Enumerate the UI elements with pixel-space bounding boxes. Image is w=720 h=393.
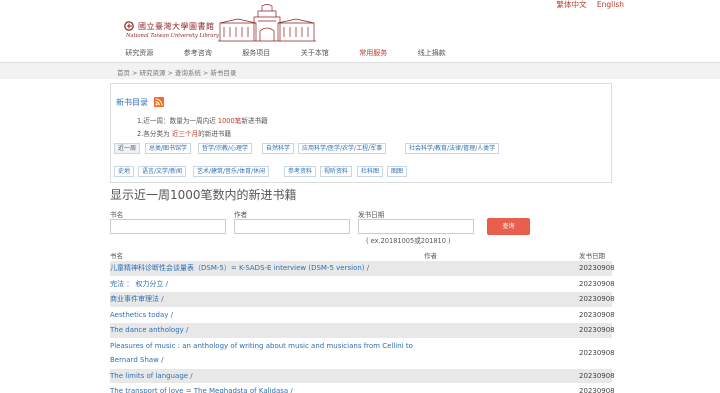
breadcrumb-research[interactable]: 研究资源	[139, 69, 165, 77]
table-row: 儿童精神科诊断性会谈量表（DSM-5）= K-SADS-E interview …	[110, 261, 615, 277]
table-row: The limits of language / 20230908	[110, 368, 615, 384]
row-date: 20230908	[579, 310, 615, 319]
category-language-literature[interactable]: 语言/文学/新闻	[138, 166, 187, 177]
row-date: 20230908	[579, 371, 615, 380]
title-label: 书名	[110, 211, 124, 219]
category-natural-science[interactable]: 自然科学	[262, 143, 295, 154]
table-row: 完法 ： 权力分立 / 20230908	[110, 277, 615, 292]
nav-online-donation[interactable]: 线上捐款	[403, 48, 462, 58]
category-reference[interactable]: 参考资料	[284, 166, 317, 177]
note2-suffix: 的新进书籍	[198, 130, 232, 138]
lang-english-link[interactable]: English	[597, 0, 624, 9]
book-title-link[interactable]: Aesthetics today /	[110, 308, 430, 323]
breadcrumb-bar	[0, 63, 720, 79]
category-philosophy[interactable]: 哲学/宗教/心理学	[198, 143, 253, 154]
table-row: The transport of love = The Meghadsta of…	[110, 384, 615, 393]
book-title-link[interactable]: The limits of language /	[110, 369, 430, 384]
category-maps[interactable]: 图图	[387, 166, 408, 177]
note1-suffix: 新进书籍	[241, 117, 268, 125]
table-row: The dance anthology / 20230908	[110, 323, 615, 339]
nav-common-services[interactable]: 常用服务	[344, 48, 403, 58]
language-switch: 繁体中文 English	[557, 0, 624, 10]
note2-text: 2.各分类为	[137, 130, 172, 138]
table-row: 商业事件审理法 / 20230908	[110, 292, 615, 308]
ntu-emblem-icon	[124, 21, 134, 31]
logo-chinese-name: 國立臺灣大學圖書館	[138, 22, 215, 31]
book-title-link[interactable]: Pleasures of music : an anthology of wri…	[110, 339, 430, 368]
category-arts[interactable]: 艺术/建筑/音乐/体育/休闲	[193, 166, 270, 177]
author-input[interactable]	[234, 219, 350, 234]
nav-research-resources[interactable]: 研究资源	[110, 48, 169, 58]
library-building-icon	[218, 4, 316, 42]
book-title-link[interactable]: The dance anthology /	[110, 323, 430, 338]
date-label: 发书日期	[358, 211, 385, 219]
note1-highlight: 1000笔	[217, 117, 242, 125]
book-title-link[interactable]: The transport of love = The Meghadsta of…	[110, 384, 430, 393]
page-title: 显示近一周1000笔数内的新进书籍	[110, 188, 297, 202]
category-applied-science[interactable]: 应用科学/医学/农学/工程/军事	[298, 143, 387, 154]
author-label: 作者	[234, 211, 248, 219]
row-date: 20230908	[579, 264, 615, 273]
results-table: 儿童精神科诊断性会谈量表（DSM-5）= K-SADS-E interview …	[110, 261, 615, 393]
table-header: 书名 作者 发书日期	[110, 250, 612, 260]
title-input[interactable]	[110, 219, 226, 234]
breadcrumb-current: 新书目录	[210, 69, 237, 77]
logo-english-name: National Taiwan University Library	[126, 33, 219, 39]
category-social-science-library[interactable]: 杜科图	[357, 166, 384, 177]
book-title-link[interactable]: 商业事件审理法 /	[110, 292, 430, 307]
breadcrumb: 首页 > 研究资源 > 查询系统 > 新书目录	[117, 69, 237, 77]
row-date: 20230908	[579, 279, 615, 288]
row-date: 20230908	[579, 295, 615, 304]
note1-text: 1.近一周：数量为一周内近	[137, 117, 218, 125]
category-audiovisual[interactable]: 视听资料	[320, 166, 353, 177]
date-input[interactable]	[358, 219, 474, 234]
breadcrumb-home[interactable]: 首页	[117, 69, 130, 77]
row-date: 20230908	[579, 326, 615, 335]
note-categories: 2.各分类为 近三个月的新进书籍	[137, 128, 231, 138]
column-header-date: 发书日期	[579, 252, 605, 260]
main-nav: 研究资源 参考咨询 服务项目 关于本馆 常用服务 线上捐款	[110, 48, 612, 58]
book-title-link[interactable]: 儿童精神科诊断性会谈量表（DSM-5）= K-SADS-E interview …	[110, 261, 430, 276]
column-header-title: 书名	[110, 252, 123, 260]
library-logo[interactable]: 國立臺灣大學圖書館 National Taiwan University Lib…	[124, 3, 316, 43]
book-title-link[interactable]: 完法 ： 权力分立 /	[110, 277, 430, 292]
panel-title: 新书目录	[116, 98, 148, 107]
category-recent-week[interactable]: 近一周	[114, 143, 141, 154]
breadcrumb-search-system[interactable]: 查询系统	[175, 69, 201, 77]
note2-highlight: 近三个月	[171, 130, 199, 138]
date-format-hint: ( ex.20181005或201810 )	[366, 237, 451, 245]
nav-about[interactable]: 关于本馆	[286, 48, 345, 58]
category-general[interactable]: 总类/图书馆学	[145, 143, 192, 154]
table-row: Pleasures of music : an anthology of wri…	[110, 339, 615, 369]
category-history-geography[interactable]: 史地	[114, 166, 135, 177]
note-recent-week: 1.近一周：数量为一周内近 1000笔新进书籍	[137, 115, 268, 125]
nav-services[interactable]: 服务项目	[227, 48, 286, 58]
table-row: Aesthetics today / 20230908	[110, 308, 615, 323]
lang-traditional-chinese-link[interactable]: 繁体中文	[557, 0, 587, 9]
category-social-science[interactable]: 社会科学/教育/法律/管理/人类学	[405, 143, 500, 154]
row-date: 20230908	[579, 387, 615, 393]
row-date: 20230908	[579, 349, 615, 357]
search-button[interactable]: 查询	[487, 218, 530, 235]
nav-reference[interactable]: 参考咨询	[169, 48, 228, 58]
rss-icon[interactable]	[154, 97, 164, 107]
column-header-author: 作者	[424, 252, 437, 260]
